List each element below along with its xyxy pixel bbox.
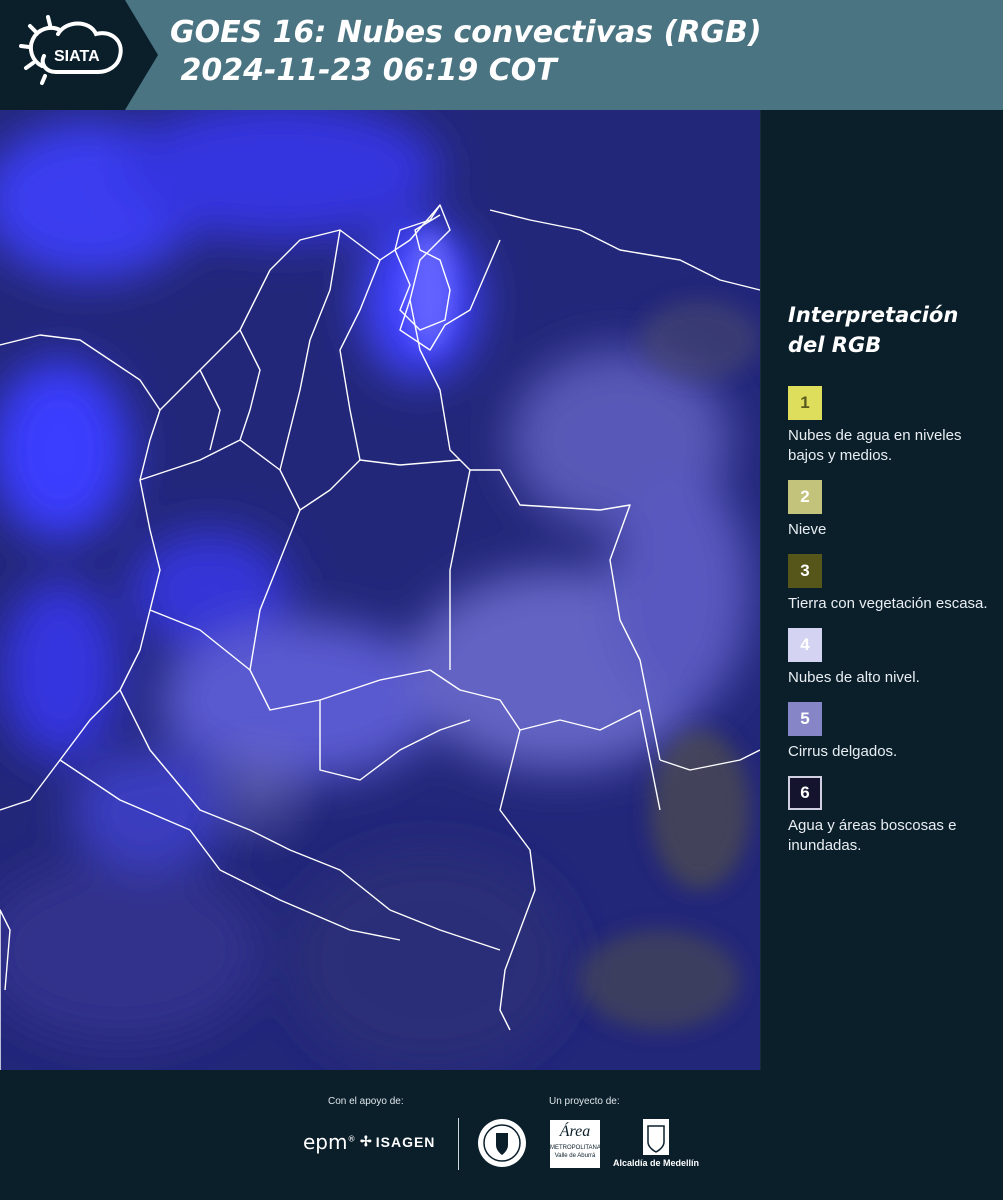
svg-text:SIATA: SIATA <box>54 48 100 65</box>
legend-label: Nieve <box>788 521 827 538</box>
page-title: GOES 16: Nubes convectivas (RGB) 2024-11… <box>170 14 762 90</box>
header-bar: SIATA GOES 16: Nubes convectivas (RGB) 2… <box>0 0 1003 110</box>
legend-item: 4 Nubes de alto nivel. <box>788 628 998 688</box>
satellite-map <box>0 110 761 1070</box>
legend-item: 3 Tierra con vegetación escasa. <box>788 554 998 614</box>
footer-divider <box>458 1118 459 1170</box>
title-line-1: GOES 16: Nubes convectivas (RGB) <box>170 15 762 50</box>
footer-bar: Con el apoyo de: Un proyecto de: epm® ✢ … <box>0 1070 1003 1200</box>
alcaldia-shield-icon <box>643 1119 669 1155</box>
legend-swatch: 1 <box>788 386 822 420</box>
legend-item: 5 Cirrus delgados. <box>788 702 998 762</box>
legend-swatch: 3 <box>788 554 822 588</box>
legend-swatch: 6 <box>788 776 822 810</box>
legend-label: Cirrus delgados. <box>788 743 898 760</box>
isagen-logo: ✢ ISAGEN <box>360 1133 436 1150</box>
legend-label: Nubes de agua en niveles bajos y medios. <box>788 427 962 464</box>
area-metropolitana-logo: Área METROPOLITANA Valle de Aburrá <box>550 1120 601 1168</box>
medellin-seal-icon <box>478 1119 526 1167</box>
legend-items: 1 Nubes de agua en niveles bajos y medios… <box>788 386 998 856</box>
isagen-icon: ✢ <box>360 1133 373 1149</box>
support-label: Con el apoyo de: <box>328 1096 404 1107</box>
rgb-legend: Interpretación del RGB 1 Nubes de agua en… <box>788 300 998 870</box>
legend-label: Tierra con vegetación escasa. <box>788 595 988 612</box>
project-label: Un proyecto de: <box>549 1096 620 1107</box>
epm-logo: epm® <box>303 1130 356 1154</box>
legend-swatch: 2 <box>788 480 822 514</box>
legend-item: 2 Nieve <box>788 480 998 540</box>
title-line-2: 2024-11-23 06:19 COT <box>170 53 557 88</box>
legend-label: Nubes de alto nivel. <box>788 669 920 686</box>
legend-swatch: 4 <box>788 628 822 662</box>
legend-label: Agua y áreas boscosas e inundadas. <box>788 817 957 854</box>
legend-title: Interpretación del RGB <box>788 303 959 357</box>
alcaldia-label: Alcaldía de Medellín <box>613 1158 700 1168</box>
legend-item: 1 Nubes de agua en niveles bajos y medios… <box>788 386 998 466</box>
siata-logo: SIATA <box>0 0 158 110</box>
legend-item: 6 Agua y áreas boscosas e inundadas. <box>788 776 998 856</box>
legend-swatch: 5 <box>788 702 822 736</box>
satellite-image <box>0 110 760 1070</box>
